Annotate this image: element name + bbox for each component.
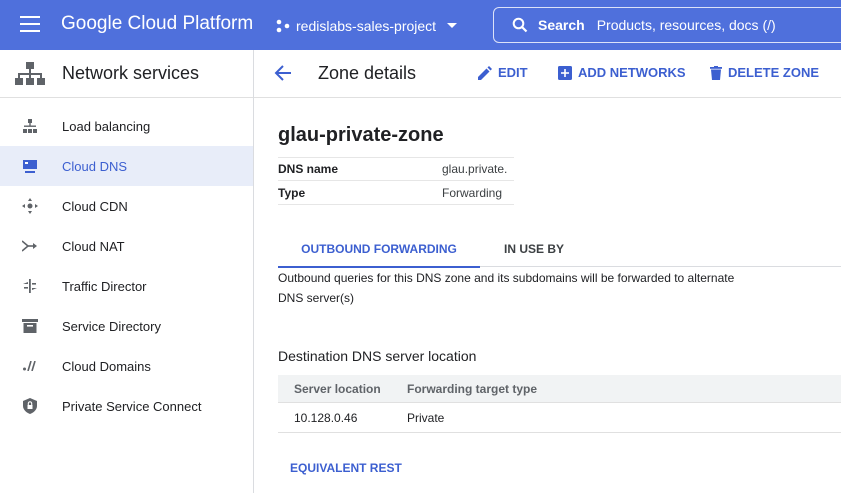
sidebar-item-private-service-connect[interactable]: Private Service Connect (0, 386, 253, 426)
zone-name: glau-private-zone (278, 124, 444, 146)
zone-details-table: DNS name glau.private. Type Forwarding (278, 157, 514, 205)
main-content: Zone details EDIT ADD NETWORKS DELETE ZO… (254, 50, 841, 493)
private-service-connect-icon (21, 397, 39, 415)
back-arrow-icon[interactable] (272, 62, 294, 84)
tab-outbound-forwarding[interactable]: OUTBOUND FORWARDING (278, 230, 480, 268)
edit-label: EDIT (498, 65, 528, 80)
load-balancing-icon (21, 117, 39, 135)
delete-zone-label: DELETE ZONE (728, 65, 820, 80)
table-row: 10.128.0.46 Private (278, 403, 841, 433)
cdn-icon (21, 197, 39, 215)
column-header: Server location (294, 381, 381, 396)
add-networks-button[interactable]: ADD NETWORKS (558, 65, 686, 80)
sidebar: Network services Load balancing Cloud DN… (0, 50, 254, 493)
add-box-icon (558, 65, 572, 80)
page-title: Zone details (318, 63, 417, 83)
sidebar-item-label: Cloud NAT (62, 238, 125, 254)
sidebar-item-cloud-dns[interactable]: Cloud DNS (0, 146, 253, 186)
destination-table: Server location Forwarding target type 1… (278, 375, 841, 433)
project-hub-icon (276, 19, 290, 33)
search-input[interactable]: Search Products, resources, docs (/) (493, 7, 841, 43)
search-placeholder: Products, resources, docs (/) (596, 17, 776, 33)
sidebar-title: Network services (62, 63, 200, 83)
search-label: Search (538, 17, 585, 33)
forwarding-description: Outbound queries for this DNS zone and i… (278, 268, 788, 308)
sidebar-item-label: Cloud Domains (62, 358, 151, 374)
chevron-down-icon (447, 23, 458, 28)
detail-value: Forwarding (442, 185, 503, 200)
traffic-director-icon (21, 277, 39, 295)
tab-bar: OUTBOUND FORWARDING IN USE BY (278, 230, 841, 268)
table-cell: 10.128.0.46 (294, 410, 358, 425)
domains-icon (21, 357, 39, 375)
tab-in-use-by[interactable]: IN USE BY (504, 230, 564, 267)
top-app-bar: Google Cloud Platform redislabs-sales-pr… (0, 0, 841, 50)
menu-icon[interactable] (20, 16, 40, 32)
sidebar-item-service-directory[interactable]: Service Directory (0, 306, 253, 346)
delete-zone-button[interactable]: DELETE ZONE (710, 65, 819, 80)
description-line: Outbound queries for this DNS zone and i… (278, 271, 735, 285)
sidebar-item-load-balancing[interactable]: Load balancing (0, 106, 253, 146)
detail-key: DNS name (278, 162, 339, 176)
sidebar-item-label: Service Directory (62, 318, 161, 334)
pencil-icon (478, 65, 492, 80)
network-services-icon (15, 61, 45, 85)
trash-icon (710, 65, 722, 80)
edit-button[interactable]: EDIT (478, 65, 528, 80)
sidebar-item-label: Private Service Connect (62, 398, 202, 414)
sidebar-header: Network services (0, 50, 253, 98)
table-header: Server location Forwarding target type (278, 375, 841, 403)
detail-row: DNS name glau.private. (278, 157, 514, 181)
detail-key: Type (278, 185, 306, 200)
add-networks-label: ADD NETWORKS (578, 65, 686, 80)
sidebar-item-cloud-cdn[interactable]: Cloud CDN (0, 186, 253, 226)
nat-icon (21, 237, 39, 255)
dns-icon (21, 157, 39, 175)
detail-value: glau.private. (442, 162, 508, 176)
column-header: Forwarding target type (407, 381, 538, 396)
brand-title[interactable]: Google Cloud Platform (61, 13, 253, 35)
service-directory-icon (21, 317, 39, 335)
sidebar-item-label: Load balancing (62, 118, 151, 134)
destination-section-title: Destination DNS server location (278, 348, 477, 364)
description-line: DNS server(s) (278, 291, 355, 305)
project-name: redislabs-sales-project (296, 18, 437, 34)
detail-row: Type Forwarding (278, 181, 514, 205)
sidebar-item-cloud-domains[interactable]: Cloud Domains (0, 346, 253, 386)
equivalent-rest-link[interactable]: EQUIVALENT REST (290, 461, 402, 475)
sidebar-item-label: Cloud CDN (62, 198, 128, 214)
page-header: Zone details EDIT ADD NETWORKS DELETE ZO… (254, 50, 841, 98)
sidebar-item-traffic-director[interactable]: Traffic Director (0, 266, 253, 306)
sidebar-item-cloud-nat[interactable]: Cloud NAT (0, 226, 253, 266)
sidebar-item-label: Cloud DNS (62, 158, 128, 174)
search-icon (512, 17, 528, 33)
sidebar-item-label: Traffic Director (62, 278, 147, 294)
project-selector[interactable]: redislabs-sales-project (276, 15, 464, 37)
table-cell: Private (407, 410, 445, 425)
